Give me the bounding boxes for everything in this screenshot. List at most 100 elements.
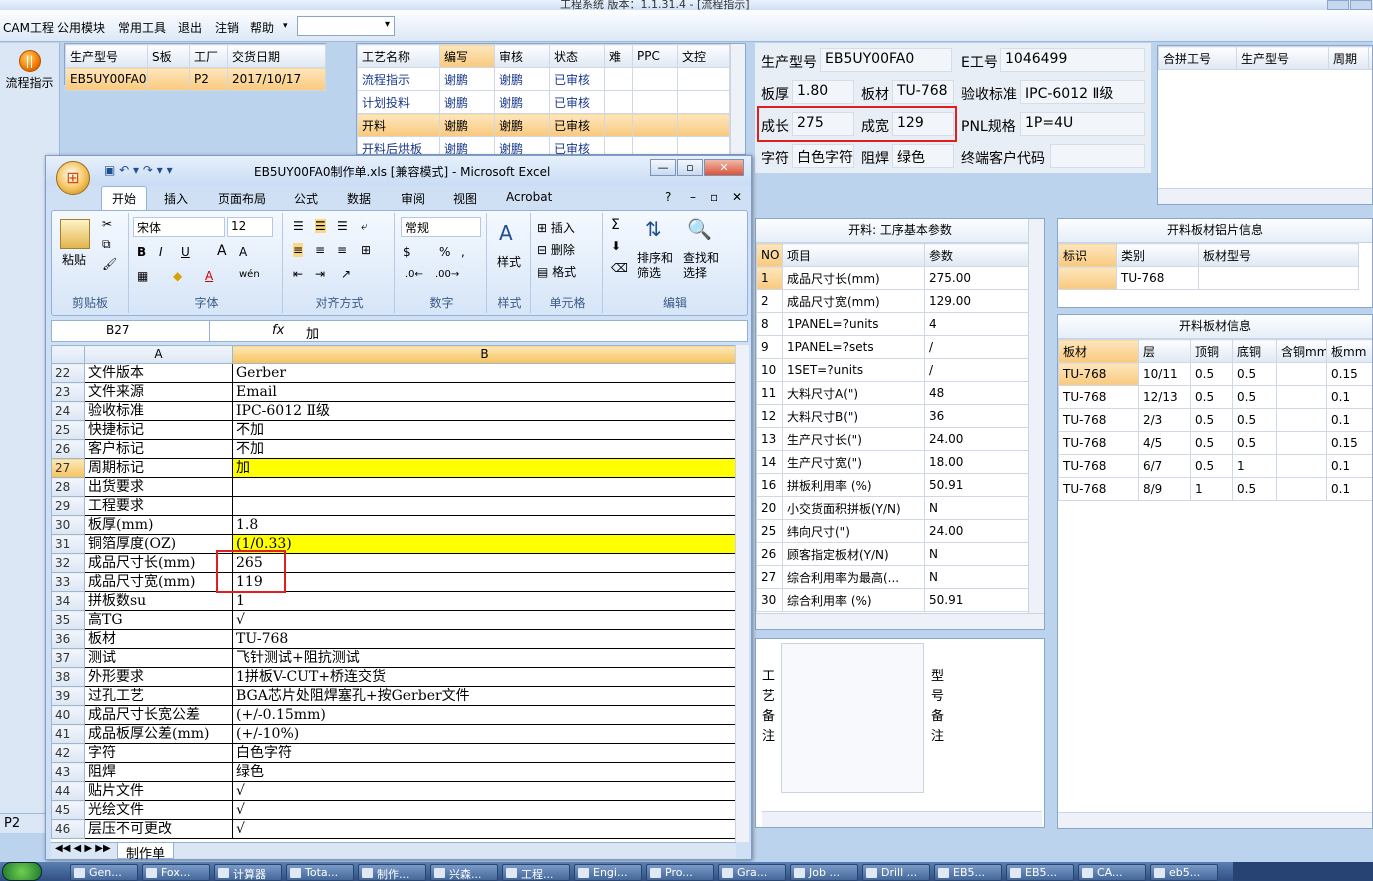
sheet-cell[interactable]: IPC-6012 Ⅱ级 — [232, 401, 736, 421]
sheet-row[interactable]: 37 测试 飞针测试+阻抗测试 — [51, 648, 736, 668]
sheet-cell[interactable]: 加 — [232, 458, 736, 478]
sheet-info-header[interactable]: 类别 — [1116, 243, 1199, 267]
currency-icon[interactable]: $ — [403, 245, 411, 259]
sheet-cell[interactable]: (+/-0.15mm) — [232, 705, 736, 725]
board-header[interactable]: 板mm — [1326, 339, 1372, 363]
number-format-select[interactable]: 常规 — [401, 217, 481, 237]
material-field[interactable]: TU-768 — [892, 80, 954, 104]
row-header[interactable]: 42 — [51, 743, 85, 763]
taskbar-item[interactable]: 计算器 — [214, 864, 282, 881]
sheet-cell[interactable]: 1 — [232, 591, 736, 611]
row-header[interactable]: 39 — [51, 686, 85, 706]
sheet-cell[interactable]: 阻焊 — [84, 762, 233, 782]
sheet-row[interactable]: 31 铜箔厚度(OZ) (1/0.33) — [51, 534, 736, 554]
menu-combo[interactable] — [297, 16, 395, 36]
sheet-info-row[interactable]: TU-768 — [1058, 266, 1359, 290]
find-select-icon[interactable]: 🔍 — [687, 217, 712, 241]
row-header[interactable]: 25 — [51, 420, 85, 440]
decrease-indent-icon[interactable]: ⇤ — [293, 267, 303, 281]
comma-icon[interactable]: , — [461, 245, 465, 259]
taskbar-item[interactable]: Gen... — [70, 864, 138, 881]
sheet-cell[interactable]: 验收标准 — [84, 401, 233, 421]
process-header[interactable]: 文控 — [677, 44, 730, 68]
params-row[interactable]: 20 小交货面积拼板(Y/N) N — [756, 496, 1029, 520]
column-header[interactable]: B — [232, 345, 736, 364]
process-header[interactable]: PPC — [632, 44, 678, 68]
tab-view[interactable]: 视图 — [453, 190, 477, 207]
row-header[interactable]: 34 — [51, 591, 85, 611]
sheet-cell[interactable]: 成品板厚公差(mm) — [84, 724, 233, 744]
row-header[interactable]: 44 — [51, 781, 85, 801]
tab-insert[interactable]: 插入 — [164, 190, 188, 207]
increase-decimal-icon[interactable]: .0← — [405, 269, 423, 280]
board-row[interactable]: TU-768 12/13 0.5 0.5 0.1 — [1058, 385, 1372, 409]
board-header[interactable]: 含铜mm — [1276, 339, 1327, 363]
board-header[interactable]: 底铜 — [1232, 339, 1277, 363]
taskbar-item[interactable]: 制作... — [358, 864, 426, 881]
sheet-cell[interactable]: 光绘文件 — [84, 800, 233, 820]
menu-help[interactable]: 帮助 — [250, 19, 274, 36]
sheet-cell[interactable]: Gerber — [232, 363, 736, 383]
order-header[interactable]: 工厂 — [189, 44, 228, 68]
process-header[interactable]: 难 — [604, 44, 633, 68]
sheet-cell[interactable]: 外形要求 — [84, 667, 233, 687]
taskbar-item[interactable]: Pro... — [646, 864, 714, 881]
delete-cells-button[interactable]: ⊟ 删除 — [537, 241, 575, 258]
ribbon-minimize-icon[interactable]: – — [690, 190, 696, 204]
process-header[interactable]: 编写 — [439, 44, 495, 68]
sheet-row[interactable]: 45 光绘文件 √ — [51, 800, 736, 820]
format-cells-button[interactable]: ▤ 格式 — [537, 263, 576, 280]
clear-icon[interactable]: ⌫ — [611, 261, 628, 275]
merge-header[interactable]: 周期 — [1328, 46, 1369, 70]
shrink-font-icon[interactable]: A — [239, 245, 247, 259]
process-row-selected[interactable]: 开料 谢鹏 谢鹏 已审核 — [357, 113, 730, 137]
row-header[interactable]: 27 — [51, 458, 85, 478]
sheet-row[interactable]: 30 板厚(mm) 1.8 — [51, 515, 736, 535]
quick-access-toolbar[interactable]: ▣ ↶ ▾ ↷ ▾ ▾ — [104, 163, 173, 177]
sheet-row[interactable]: 23 文件来源 Email — [51, 382, 736, 402]
tab-formulas[interactable]: 公式 — [294, 190, 318, 207]
taskbar-item[interactable]: Drill ... — [862, 864, 930, 881]
taskbar-item[interactable]: Job ... — [790, 864, 858, 881]
sheet-row[interactable]: 46 层压不可更改 √ — [51, 819, 736, 839]
params-row[interactable]: 12 大料尺寸B(") 36 — [756, 404, 1029, 428]
sheet-cell[interactable]: Email — [232, 382, 736, 402]
row-header[interactable]: 38 — [51, 667, 85, 687]
fx-icon[interactable]: fx — [272, 323, 284, 338]
params-row[interactable]: 2 成品尺寸宽(mm) 129.00 — [756, 289, 1029, 313]
params-row[interactable]: 30 综合利用率 (%) 50.91 — [756, 588, 1029, 612]
sheet-cell[interactable]: 周期标记 — [84, 458, 233, 478]
process-row[interactable]: 开料后烘板 谢鹏 谢鹏 已审核 — [357, 136, 730, 154]
sheet-cell[interactable]: 白色字符 — [232, 743, 736, 763]
sheet-row[interactable]: 25 快捷标记 不加 — [51, 420, 736, 440]
sheet-cell[interactable]: BGA芯片处阻焊塞孔+按Gerber文件 — [232, 686, 736, 706]
sheet-cell[interactable] — [232, 477, 736, 497]
params-row[interactable]: 10 1SET=?units / — [756, 358, 1029, 382]
params-header[interactable]: NO — [756, 243, 783, 267]
select-all-corner[interactable] — [51, 345, 85, 364]
ribbon-restore-icon[interactable]: ▫ — [710, 190, 718, 204]
order-header[interactable]: S板 — [147, 44, 190, 68]
pnl-field[interactable]: 1P=4U — [1020, 112, 1145, 136]
char-field[interactable]: 白色字符 — [792, 144, 854, 168]
params-row[interactable]: 8 1PANEL=?units 4 — [756, 312, 1029, 336]
sheet-cell[interactable]: 工程要求 — [84, 496, 233, 516]
sheet-cell[interactable]: 贴片文件 — [84, 781, 233, 801]
sheet-row[interactable]: 26 客户标记 不加 — [51, 439, 736, 459]
increase-indent-icon[interactable]: ⇥ — [315, 267, 325, 281]
align-right-icon[interactable]: ≡ — [337, 243, 347, 257]
phonetic-icon[interactable]: wén — [239, 269, 260, 280]
tab-data[interactable]: 数据 — [347, 190, 371, 207]
italic-icon[interactable]: I — [159, 245, 163, 259]
sheet-row[interactable]: 38 外形要求 1拼板V-CUT+桥连交货 — [51, 667, 736, 687]
params-row[interactable]: 25 纬向尺寸(") 24.00 — [756, 519, 1029, 543]
sheet-row[interactable]: 34 拼板数su 1 — [51, 591, 736, 611]
solder-field[interactable]: 绿色 — [892, 144, 954, 168]
row-header[interactable]: 45 — [51, 800, 85, 820]
row-header[interactable]: 37 — [51, 648, 85, 668]
sheet-cell[interactable]: 265 — [232, 553, 736, 573]
copy-icon[interactable]: ⧉ — [102, 237, 111, 252]
sheet-row[interactable]: 41 成品板厚公差(mm) (+/-10%) — [51, 724, 736, 744]
font-name-select[interactable]: 宋体 — [133, 217, 225, 237]
align-top-icon[interactable]: ☰ — [293, 219, 304, 233]
